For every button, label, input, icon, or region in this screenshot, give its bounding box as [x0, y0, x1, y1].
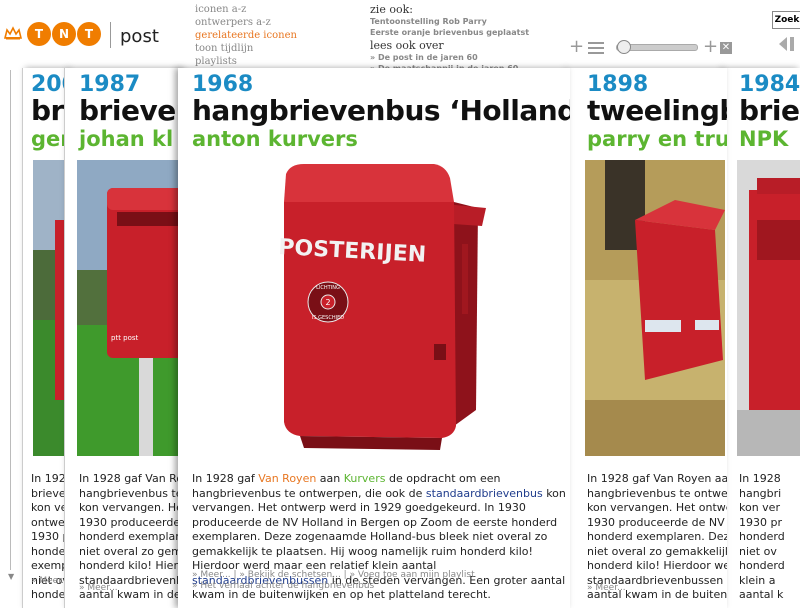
body-line: In 1928 gaf Van Ro: [79, 472, 181, 485]
inline-link[interactable]: standaardbrievenbus: [426, 487, 543, 500]
more-link[interactable]: » Meer...: [587, 583, 626, 593]
card-image: [737, 160, 800, 456]
body-line: exemplar: [31, 559, 67, 572]
body-line: klein a: [739, 573, 776, 587]
logo-letter: T: [77, 22, 101, 46]
card-title: brievenbus: [79, 94, 181, 127]
card-body: In 1928 hangbri kon ver 1930 pr honderd …: [739, 472, 785, 603]
timeline-scrollbar[interactable]: [10, 70, 11, 570]
card-author: parry en tru: [587, 127, 727, 151]
zoom-in-button[interactable]: +: [703, 38, 718, 56]
card-image: [585, 160, 725, 456]
card-title: tweelingbrievenbus: [587, 94, 727, 127]
body-line: kon ver: [739, 501, 780, 514]
search-button[interactable]: Zoek: [772, 11, 800, 29]
zoom-out-button[interactable]: +: [569, 38, 584, 56]
menu-item-iconen-az[interactable]: iconen a-z: [195, 3, 297, 16]
body-line: aantal k: [739, 588, 784, 601]
crown-icon: [4, 26, 22, 40]
body-line: 1930 produceerde de NV: [587, 515, 725, 529]
body-line: honderd exemplaren: [79, 530, 181, 543]
body-line: In 1928: [739, 472, 781, 485]
body-line: niet ov: [739, 544, 777, 558]
body-line: niet overal zo gemakkelijk: [587, 544, 727, 558]
zoom-slider-handle[interactable]: [617, 40, 631, 54]
focused-icon-card[interactable]: 1968 hangbrievenbus ‘Holland’ anton kurv…: [178, 68, 570, 608]
inline-link[interactable]: Van Royen: [258, 472, 316, 485]
read-also-heading: lees ook over: [370, 39, 444, 52]
logo-divider: [110, 22, 111, 48]
card-title: brievenbus: [31, 94, 67, 127]
body-line: honderd kilo! Hierdoor we: [587, 559, 727, 572]
body-line: niet overal zo gema: [79, 544, 181, 558]
menu-item-ontwerpers-az[interactable]: ontwerpers a-z: [195, 16, 297, 29]
body-line: kon vervangen. Het: [79, 501, 181, 514]
body-line: kon vervangen. Het ontwer: [587, 501, 727, 514]
menu-item-gerelateerde-iconen[interactable]: gerelateerde iconen: [195, 29, 297, 42]
card-author: anton kurvers: [192, 127, 358, 151]
card-author: NPK: [739, 127, 789, 151]
badge-text-top: LICHTING: [316, 285, 340, 291]
body-line: In 1928 gaf Van Royen aan: [587, 472, 727, 485]
tnt-logo[interactable]: T N T: [27, 22, 101, 46]
more-link[interactable]: » Meer...: [31, 576, 67, 586]
card-links-row[interactable]: » Meer... | » Bekijk de schetsen... | » …: [192, 570, 475, 580]
see-also-heading: zie ook:: [370, 3, 413, 16]
body-line: kon verva: [31, 501, 67, 514]
scroll-down-arrow-icon[interactable]: ▼: [8, 572, 14, 581]
menu-item-toon-tijdlijn[interactable]: toon tijdlijn: [195, 42, 297, 55]
body-line: hangbrievenbus te: [79, 486, 181, 500]
logo-letter: T: [27, 22, 51, 46]
body-line: honderd: [739, 530, 785, 543]
body-line: honderd exemplaren. Deze: [587, 530, 727, 543]
card-author: ger: [31, 127, 67, 151]
body-line: ontwerp: [31, 515, 67, 529]
main-menu: iconen a-z ontwerpers a-z gerelateerde i…: [195, 3, 297, 68]
body-line: hangbri: [739, 486, 782, 500]
post-label: post: [120, 26, 159, 47]
logo-letter: N: [52, 22, 76, 46]
inline-link[interactable]: Kurvers: [344, 472, 386, 485]
card-title: hangbrievenbus ‘Holland’: [192, 94, 570, 127]
body-line: 1930 pro: [31, 530, 67, 543]
card-title: brievenbus: [739, 94, 800, 127]
body-line: honderd kilo! Hierdo: [79, 559, 181, 572]
svg-text:ptt post: ptt post: [111, 334, 139, 342]
body-text-segment: aan: [316, 472, 344, 485]
card-image: ptt post: [77, 160, 181, 456]
card-author: johan kl: [79, 127, 174, 151]
read-also-link[interactable]: » De post in de jaren 60: [370, 52, 529, 63]
body-line: honderd: [739, 559, 785, 572]
body-line: In 1928: [31, 472, 67, 485]
story-link[interactable]: » Het verhaal achter de hangbrievenbus: [192, 581, 374, 591]
badge-number: 2: [325, 298, 330, 307]
previous-arrow-icon[interactable]: [778, 36, 800, 52]
menu-item-playlists[interactable]: playlists: [195, 55, 297, 68]
body-line: honderd: [31, 588, 67, 601]
body-line: hangbrievenbus te ontwer: [587, 486, 727, 500]
body-line: brievenbu: [31, 486, 67, 500]
icon-card[interactable]: 1898 tweelingbrievenbus parry en tru In …: [568, 68, 727, 608]
close-icon[interactable]: ✕: [720, 42, 732, 54]
body-line: 1930 pr: [739, 515, 782, 529]
see-also-link[interactable]: Tentoonstelling Rob Parry: [370, 16, 529, 27]
postbox-image: 2 LICHTING IS GESCHIED POSTERIJEN: [278, 164, 486, 450]
icon-card[interactable]: 200 brievenbus ger In 1928 brievenbu kon…: [22, 68, 67, 608]
body-line: 1930 produceerde d: [79, 515, 181, 529]
body-text-segment: In 1928 gaf: [192, 472, 259, 485]
see-also-link[interactable]: Eerste oranje brievenbus geplaatst: [370, 27, 529, 38]
icon-card[interactable]: 1987 brievenbus johan kl ptt post In 192…: [64, 68, 181, 608]
header: T N T post iconen a-z ontwerpers a-z ger…: [0, 0, 800, 73]
more-link[interactable]: » Meer...: [79, 583, 118, 593]
list-view-icon[interactable]: [588, 42, 604, 54]
card-image: [33, 160, 67, 456]
see-also-panel: zie ook: Tentoonstelling Rob Parry Eerst…: [370, 3, 529, 74]
icon-card[interactable]: 1984 brievenbus NPK In 1928 hangbri kon …: [724, 68, 800, 608]
body-line: honderd: [31, 544, 67, 558]
badge-text-bottom: IS GESCHIED: [312, 315, 344, 321]
